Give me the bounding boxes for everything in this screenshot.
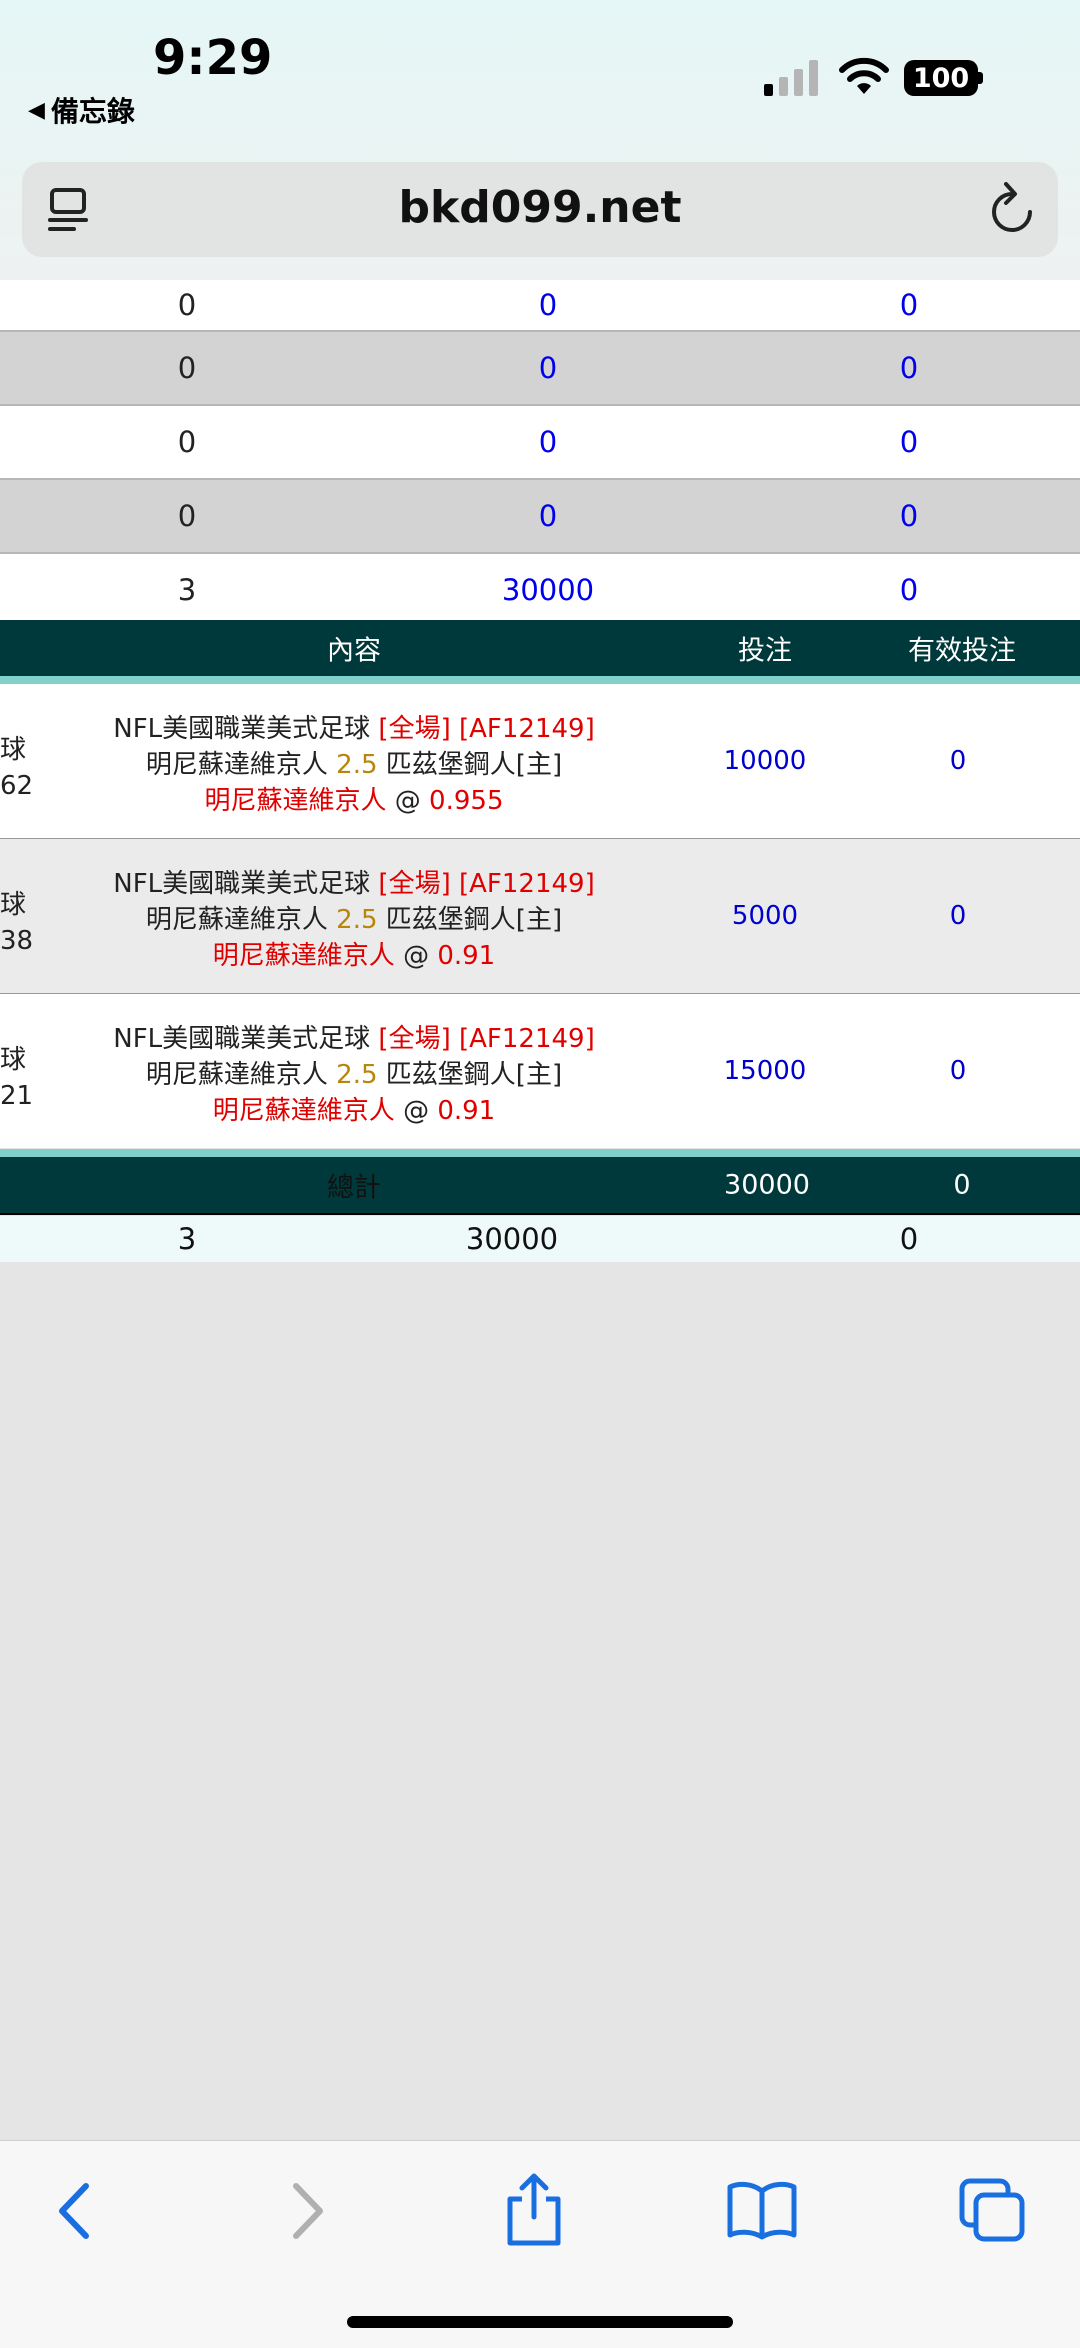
share-icon[interactable] bbox=[502, 2171, 566, 2247]
bet-content: NFL美國職業美式足球 [全場] [AF12149] 明尼蘇達維京人 2.5 匹… bbox=[113, 869, 595, 971]
final-count: 3 bbox=[177, 1222, 197, 1256]
valid-amount: 0 bbox=[949, 901, 967, 931]
wifi-icon bbox=[839, 57, 889, 94]
summary-valid[interactable]: 0 bbox=[900, 288, 918, 322]
header-valid: 有效投注 bbox=[908, 635, 1016, 667]
browser-top-area: 9:29 ◀ 備忘錄 100 bkd099.net bbox=[0, 0, 1080, 280]
summary-row: 0 0 0 bbox=[0, 280, 1080, 332]
totals-bet: 30000 bbox=[724, 1169, 810, 1201]
final-summary-row: 3 30000 0 bbox=[0, 1216, 1080, 1262]
detail-table-header: 內容 投注 有效投注 bbox=[0, 620, 1080, 684]
tabs-icon[interactable] bbox=[958, 2177, 1028, 2243]
header-bet: 投注 bbox=[738, 635, 792, 667]
header-content: 內容 bbox=[327, 635, 381, 667]
totals-valid: 0 bbox=[953, 1169, 971, 1201]
summary-count: 0 bbox=[177, 351, 197, 385]
bet-amount: 15000 bbox=[723, 1056, 807, 1086]
valid-amount: 0 bbox=[949, 1056, 967, 1086]
address-bar[interactable]: bkd099.net bbox=[22, 162, 1058, 257]
status-time: 9:29 bbox=[153, 30, 273, 86]
final-bet: 30000 bbox=[465, 1222, 559, 1256]
bet-content: NFL美國職業美式足球 [全場] [AF12149] 明尼蘇達維京人 2.5 匹… bbox=[113, 1024, 595, 1126]
bet-detail-row: 球 62 NFL美國職業美式足球 [全場] [AF12149] 明尼蘇達維京人 2… bbox=[0, 684, 1080, 840]
forward-icon[interactable] bbox=[282, 2176, 332, 2246]
summary-bet[interactable]: 0 bbox=[539, 499, 557, 533]
summary-row: 3 30000 0 bbox=[0, 554, 1080, 626]
reload-icon[interactable] bbox=[988, 182, 1036, 236]
summary-table: 0 0 0 0 0 0 0 0 0 0 0 0 3 30000 0 bbox=[0, 280, 1080, 626]
summary-count: 0 bbox=[177, 425, 197, 459]
final-valid: 0 bbox=[899, 1222, 919, 1256]
back-triangle-icon: ◀ bbox=[28, 97, 45, 123]
battery-icon: 100 bbox=[904, 60, 978, 96]
summary-valid[interactable]: 0 bbox=[900, 351, 918, 385]
summary-bet[interactable]: 0 bbox=[539, 425, 557, 459]
totals-label: 總計 bbox=[327, 1172, 381, 1204]
summary-bet[interactable]: 30000 bbox=[502, 573, 594, 607]
bet-detail-row: 球 38 NFL美國職業美式足球 [全場] [AF12149] 明尼蘇達維京人 2… bbox=[0, 839, 1080, 995]
home-indicator[interactable] bbox=[347, 2316, 733, 2328]
summary-count: 3 bbox=[177, 573, 197, 607]
summary-row: 0 0 0 bbox=[0, 480, 1080, 554]
row-left-clipped: 球 62 bbox=[0, 735, 34, 801]
summary-bet[interactable]: 0 bbox=[539, 351, 557, 385]
summary-valid[interactable]: 0 bbox=[900, 499, 918, 533]
back-icon[interactable] bbox=[48, 2176, 98, 2246]
summary-valid[interactable]: 0 bbox=[900, 573, 918, 607]
summary-count: 0 bbox=[177, 288, 197, 322]
battery-tip bbox=[978, 72, 983, 84]
bet-amount: 10000 bbox=[723, 746, 807, 776]
summary-row: 0 0 0 bbox=[0, 406, 1080, 480]
row-left-clipped: 球 21 bbox=[0, 1045, 34, 1111]
summary-row: 0 0 0 bbox=[0, 332, 1080, 406]
url-text: bkd099.net bbox=[398, 182, 682, 233]
bet-amount: 5000 bbox=[731, 901, 799, 931]
back-to-app-link[interactable]: ◀ 備忘錄 bbox=[28, 90, 135, 130]
summary-count: 0 bbox=[177, 499, 197, 533]
bet-detail-row: 球 21 NFL美國職業美式足球 [全場] [AF12149] 明尼蘇達維京人 2… bbox=[0, 994, 1080, 1148]
back-app-label: 備忘錄 bbox=[50, 95, 135, 128]
bookmarks-icon[interactable] bbox=[726, 2179, 798, 2241]
row-left-clipped: 球 38 bbox=[0, 890, 34, 956]
summary-bet[interactable]: 0 bbox=[539, 288, 557, 322]
totals-bar: 總計 30000 0 bbox=[0, 1149, 1080, 1215]
bet-content: NFL美國職業美式足球 [全場] [AF12149] 明尼蘇達維京人 2.5 匹… bbox=[113, 714, 595, 816]
valid-amount: 0 bbox=[949, 746, 967, 776]
cellular-signal-icon bbox=[764, 60, 818, 96]
summary-valid[interactable]: 0 bbox=[900, 425, 918, 459]
